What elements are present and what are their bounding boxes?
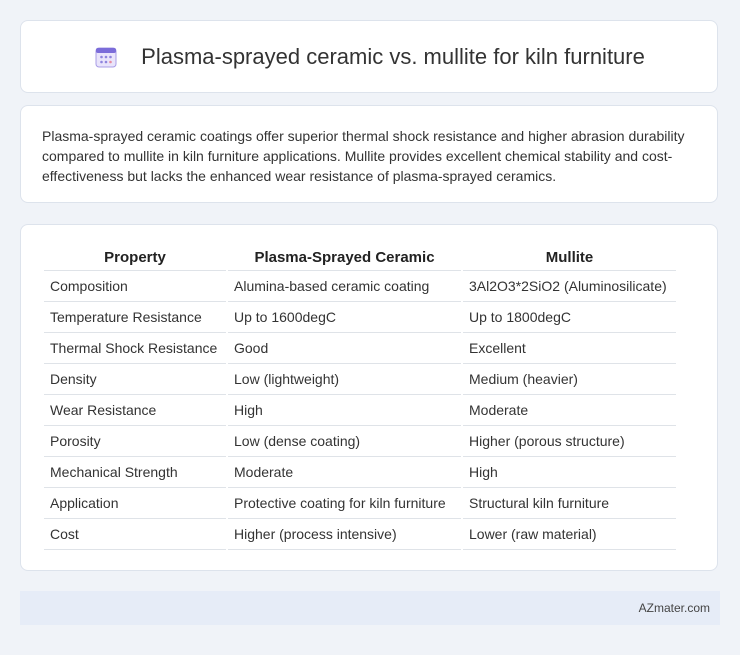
property-cell: Cost [44, 519, 226, 550]
page-title: Plasma-sprayed ceramic vs. mullite for k… [141, 43, 645, 69]
property-cell: Density [44, 364, 226, 395]
table-header-row: Property Plasma-Sprayed Ceramic Mullite [44, 245, 676, 271]
property-cell: Thermal Shock Resistance [44, 333, 226, 364]
property-cell: Mechanical Strength [44, 457, 226, 488]
table-row: Porosity Low (dense coating) Higher (por… [44, 426, 676, 457]
mullite-cell: Higher (porous structure) [463, 426, 676, 457]
header-property: Property [44, 245, 226, 271]
summary-card: Plasma-sprayed ceramic coatings offer su… [20, 105, 718, 203]
table-row: Density Low (lightweight) Medium (heavie… [44, 364, 676, 395]
property-cell: Wear Resistance [44, 395, 226, 426]
ceramic-cell: High [228, 395, 461, 426]
ceramic-cell: Alumina-based ceramic coating [228, 271, 461, 302]
table-row: Thermal Shock Resistance Good Excellent [44, 333, 676, 364]
ceramic-cell: Protective coating for kiln furniture [228, 488, 461, 519]
mullite-cell: Moderate [463, 395, 676, 426]
header-plasma-sprayed-ceramic: Plasma-Sprayed Ceramic [228, 245, 461, 271]
comparison-card: Property Plasma-Sprayed Ceramic Mullite … [20, 224, 718, 571]
title-card: Plasma-sprayed ceramic vs. mullite for k… [20, 20, 718, 93]
calendar-grid-icon [93, 44, 119, 70]
title-wrap: Plasma-sprayed ceramic vs. mullite for k… [93, 44, 645, 70]
mullite-cell: Lower (raw material) [463, 519, 676, 550]
mullite-cell: 3Al2O3*2SiO2 (Aluminosilicate) [463, 271, 676, 302]
mullite-cell: Medium (heavier) [463, 364, 676, 395]
mullite-cell: Structural kiln furniture [463, 488, 676, 519]
ceramic-cell: Moderate [228, 457, 461, 488]
table-row: Composition Alumina-based ceramic coatin… [44, 271, 676, 302]
ceramic-cell: Low (lightweight) [228, 364, 461, 395]
mullite-cell: Up to 1800degC [463, 302, 676, 333]
header-mullite: Mullite [463, 245, 676, 271]
mullite-cell: High [463, 457, 676, 488]
table-row: Cost Higher (process intensive) Lower (r… [44, 519, 676, 550]
ceramic-cell: Higher (process intensive) [228, 519, 461, 550]
mullite-cell: Excellent [463, 333, 676, 364]
footer-brand: AZmater.com [638, 601, 710, 615]
ceramic-cell: Low (dense coating) [228, 426, 461, 457]
footer-bar: AZmater.com [20, 591, 720, 625]
table-row: Wear Resistance High Moderate [44, 395, 676, 426]
property-cell: Temperature Resistance [44, 302, 226, 333]
summary-text: Plasma-sprayed ceramic coatings offer su… [42, 128, 685, 184]
property-cell: Porosity [44, 426, 226, 457]
ceramic-cell: Good [228, 333, 461, 364]
table-row: Temperature Resistance Up to 1600degC Up… [44, 302, 676, 333]
comparison-table: Property Plasma-Sprayed Ceramic Mullite … [42, 245, 678, 550]
table-row: Mechanical Strength Moderate High [44, 457, 676, 488]
property-cell: Composition [44, 271, 226, 302]
table-row: Application Protective coating for kiln … [44, 488, 676, 519]
ceramic-cell: Up to 1600degC [228, 302, 461, 333]
property-cell: Application [44, 488, 226, 519]
